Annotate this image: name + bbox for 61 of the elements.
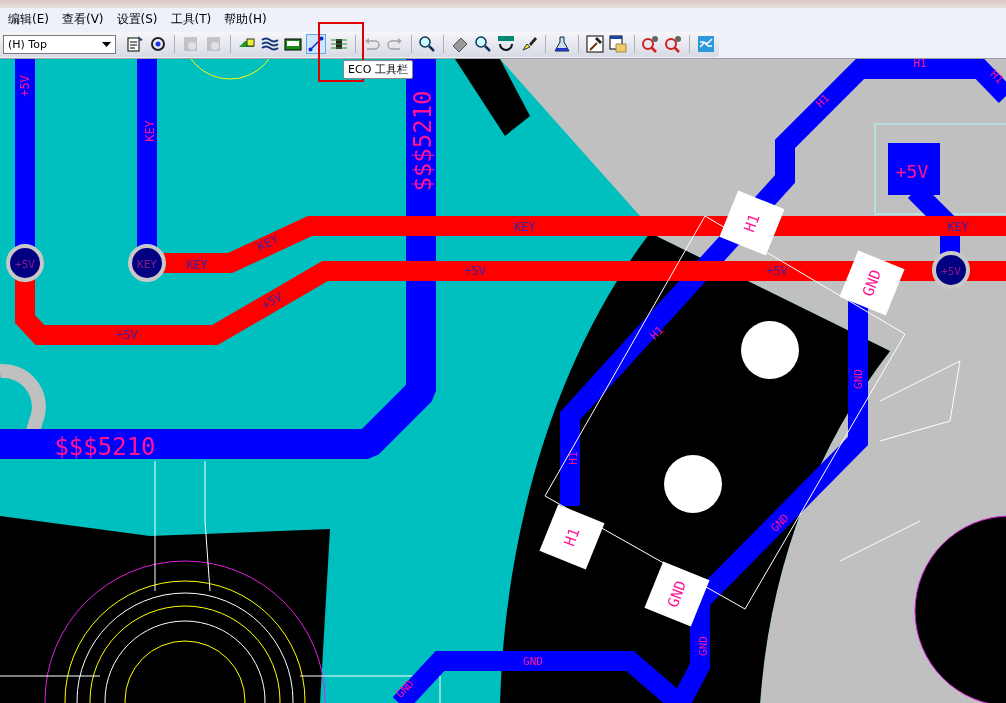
folder-button[interactable] xyxy=(607,34,628,54)
net-label: +5V xyxy=(941,264,961,278)
net-label: $$$5210 xyxy=(409,90,437,192)
menu-item[interactable]: 帮助(H) xyxy=(224,10,267,28)
net-label: H1 xyxy=(813,91,833,111)
layer-dropdown[interactable]: (H) Top xyxy=(3,34,117,54)
magnifier-gear-icon xyxy=(664,35,683,53)
net-label: KEY xyxy=(137,257,157,271)
net-label: GND xyxy=(851,369,865,389)
brush-button[interactable] xyxy=(519,34,540,54)
net-label: H1 xyxy=(987,67,1006,87)
net-label: +5V xyxy=(15,257,35,271)
net-label: GND xyxy=(523,654,543,668)
caret-icon xyxy=(102,41,112,47)
net-label: KEY xyxy=(255,232,281,254)
net-label: GND xyxy=(663,578,691,610)
drill-hole xyxy=(664,455,722,513)
net-label: GND xyxy=(858,267,886,299)
search-icon xyxy=(418,35,437,53)
menu-item[interactable]: 工具(T) xyxy=(170,10,212,28)
brush-icon xyxy=(520,35,539,53)
query-button[interactable] xyxy=(640,34,661,54)
net-label: H1 xyxy=(647,323,667,343)
menu-item[interactable]: 编辑(E) xyxy=(8,10,49,28)
menu-item[interactable]: 查看(V) xyxy=(61,10,104,28)
net-label: KEY xyxy=(514,220,536,234)
menu-item[interactable]: 设置(S) xyxy=(116,10,158,28)
hammer-icon xyxy=(585,35,604,53)
eco-toolbar-button[interactable] xyxy=(305,34,326,54)
net-label: +5V xyxy=(766,264,788,278)
net-label: +5V xyxy=(18,75,32,97)
flask-icon xyxy=(552,35,571,53)
net-label: GND xyxy=(393,677,417,701)
net-label: +5V xyxy=(895,160,929,182)
net-label: KEY xyxy=(143,120,157,142)
folder-icon xyxy=(608,35,627,53)
board-icon xyxy=(283,35,302,53)
query-settings-button[interactable] xyxy=(663,34,684,54)
hammer-button[interactable] xyxy=(584,34,605,54)
net-label: KEY xyxy=(186,258,208,272)
wavy-lines-icon xyxy=(260,35,279,53)
drill-hole xyxy=(741,321,799,379)
net-label: $$$5210 xyxy=(54,433,156,461)
redo-icon xyxy=(385,35,404,53)
smd-pad xyxy=(888,143,940,195)
line-segment-icon xyxy=(306,35,325,53)
magnifier-icon xyxy=(641,35,660,53)
net-label: H1 xyxy=(740,211,764,235)
net-label: GND xyxy=(768,511,792,535)
net-label: H1 xyxy=(566,451,580,465)
net-label: +5V xyxy=(259,289,285,313)
flask-button[interactable] xyxy=(551,34,572,54)
net-label: KEY xyxy=(947,220,969,234)
net-label: +5V xyxy=(116,328,138,342)
net-label: H1 xyxy=(913,59,927,70)
net-label: +5V xyxy=(464,264,486,278)
tooltip: ECO 工具栏 xyxy=(343,60,413,79)
document-icon xyxy=(126,35,145,53)
net-label: GND xyxy=(696,636,710,656)
magnifier-icon xyxy=(474,35,493,53)
net-label: H1 xyxy=(560,525,584,549)
